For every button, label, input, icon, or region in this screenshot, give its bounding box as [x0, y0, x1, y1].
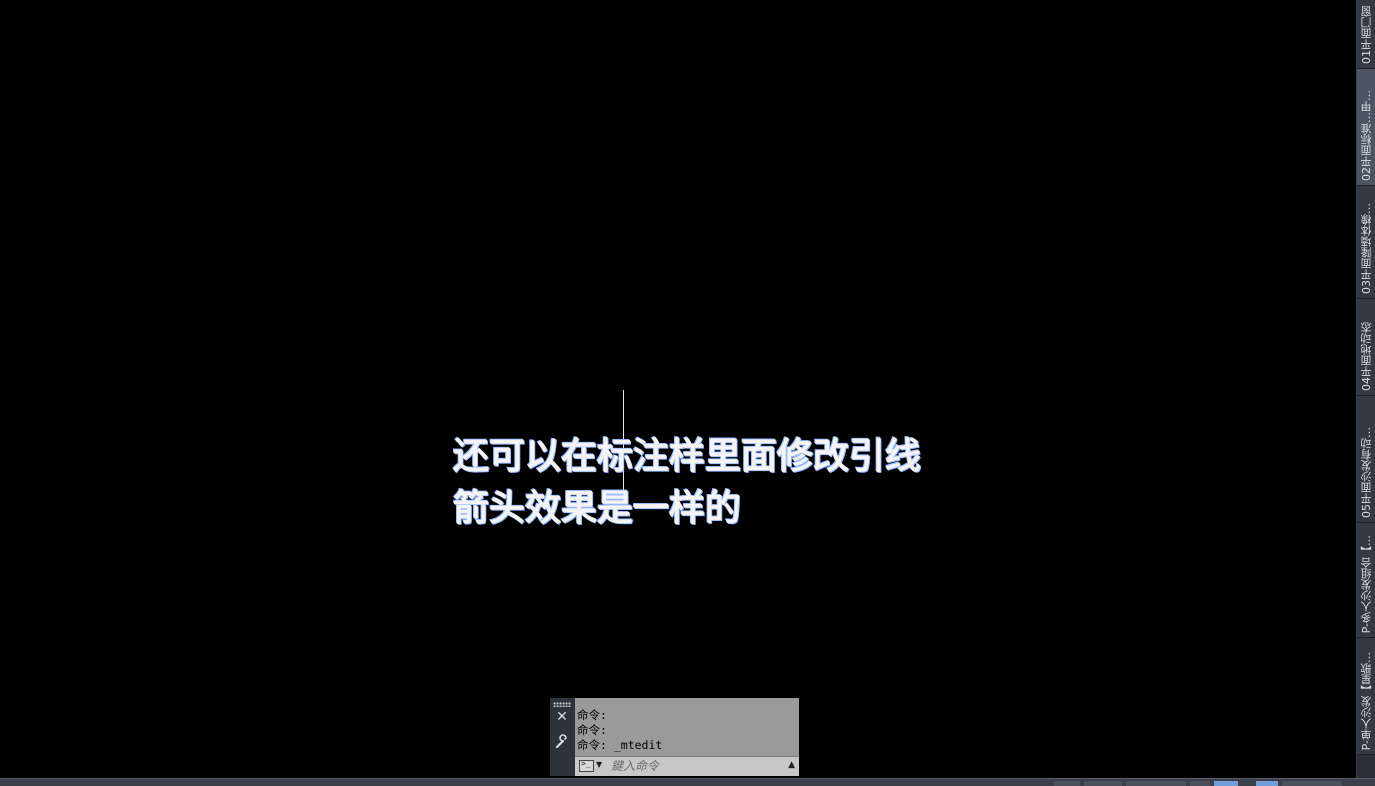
layout-tab-7[interactable]: P-单人沙发【星歌… — [1357, 638, 1375, 755]
status-button[interactable] — [1190, 781, 1210, 786]
history-line: 命令: — [577, 723, 607, 737]
history-line: 命令: — [577, 708, 607, 722]
layout-tab-1[interactable]: 01平面门窗 — [1357, 0, 1375, 69]
mtext-line-1: 还可以在标注样里面修改引线 — [453, 435, 922, 477]
wrench-icon[interactable] — [554, 734, 570, 750]
chevron-down-icon[interactable]: ▼ — [596, 760, 602, 769]
drawing-canvas[interactable]: 还可以在标注样里面修改引线 箭头效果是一样的 — [0, 0, 1356, 778]
command-input-row: ▼ ▲ — [575, 756, 799, 776]
layout-tab-strip: 01平面门窗 02平面标准…甲… 03平面隆墙体橡… 04平面地动态 05平面沙… — [1356, 0, 1375, 778]
history-line: 命令: _mtedit — [577, 738, 663, 752]
status-button[interactable] — [1054, 781, 1080, 786]
command-history: 命令: 命令: 命令: _mtedit — [575, 698, 799, 756]
close-icon[interactable]: ✕ — [555, 710, 569, 724]
layout-tab-6[interactable]: P-多人沙发组合【… — [1357, 523, 1375, 638]
layout-tab-2[interactable]: 02平面标准…甲… — [1357, 69, 1375, 186]
layout-tab-4[interactable]: 04平面地动态 — [1357, 299, 1375, 396]
command-line: ✕ 命令: 命令: 命令: _mtedit ▼ ▲ — [550, 698, 799, 776]
layout-tab-5[interactable]: 05平面沙发有动… — [1357, 396, 1375, 523]
status-button[interactable] — [1282, 781, 1342, 786]
mtext-object[interactable]: 还可以在标注样里面修改引线 箭头效果是一样的 — [453, 430, 921, 534]
chevron-up-icon[interactable]: ▲ — [788, 760, 795, 770]
status-button[interactable] — [1084, 781, 1122, 786]
layout-tab-3[interactable]: 03平面隆墙体橡… — [1357, 186, 1375, 299]
status-button[interactable] — [1126, 781, 1186, 786]
status-toggle-on[interactable] — [1214, 781, 1238, 786]
status-toggle-on[interactable] — [1256, 781, 1278, 786]
command-prompt-icon[interactable] — [579, 759, 594, 772]
command-input[interactable] — [611, 758, 781, 774]
grip-icon[interactable] — [553, 702, 571, 707]
command-line-handle[interactable]: ✕ — [550, 698, 575, 776]
mtext-line-2: 箭头效果是一样的 — [453, 487, 742, 529]
